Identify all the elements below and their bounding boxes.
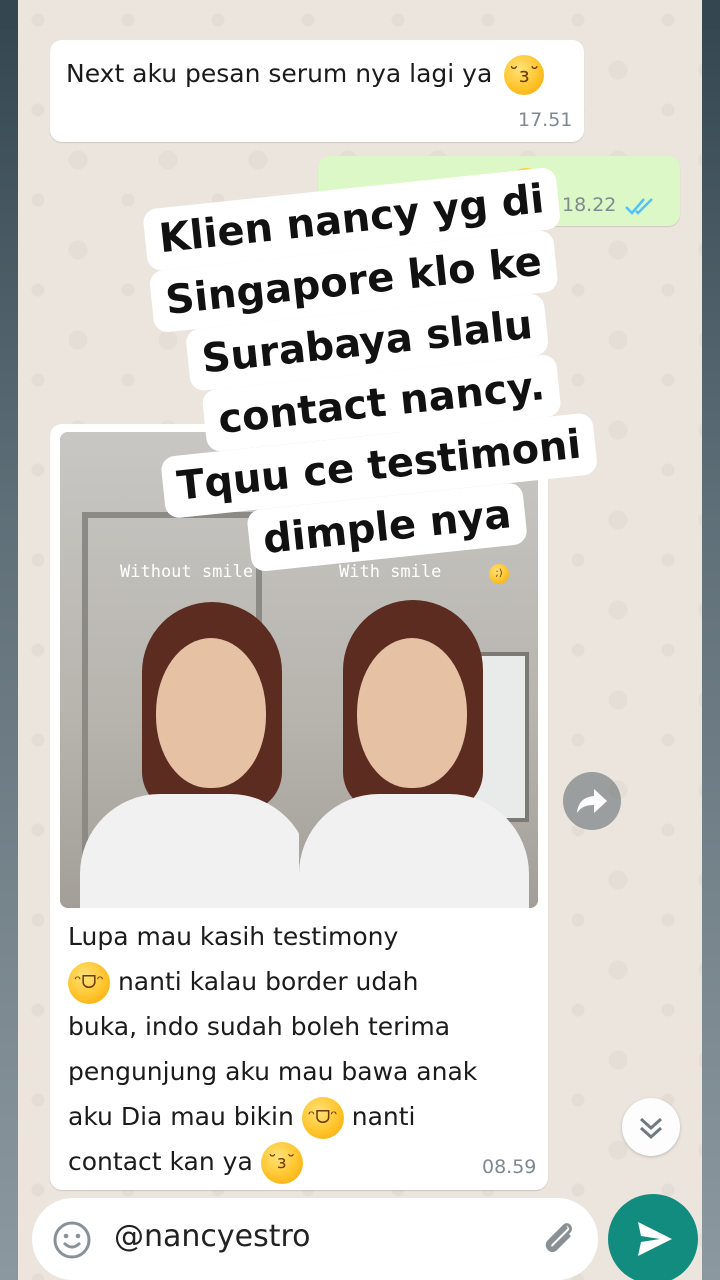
person-shirt [299, 794, 529, 908]
kissing-heart-emoji: ˘з˘ [504, 55, 545, 95]
message-line: contact kan ya [68, 1147, 253, 1176]
emoji-icon[interactable] [52, 1220, 92, 1260]
message-time: 08.59 [482, 1156, 537, 1178]
message-input-bar[interactable]: @nancyestro [32, 1198, 598, 1280]
message-line: pengunjung aku mau bawa anak [68, 1057, 478, 1086]
forward-icon [577, 789, 607, 813]
message-line: buka, indo sudah boleh terima [68, 1012, 451, 1041]
caption-without-smile: Without smile [120, 562, 254, 582]
message-line: aku Dia mau bikin [68, 1102, 294, 1131]
message-text-block: Lupa mau kasih testimony ᵔᗜᵔ nanti kalau… [68, 914, 538, 1184]
person-shirt [80, 794, 299, 908]
message-bubble-incoming[interactable]: Next aku pesan serum nya lagi ya ˘з˘ 17.… [50, 40, 584, 142]
message-line: Lupa mau kasih testimony [68, 922, 399, 951]
grinning-sweat-emoji: ᵔᗜᵔ [301, 1097, 344, 1139]
message-text: Next aku pesan serum nya lagi ya [66, 59, 493, 88]
forward-button[interactable] [563, 772, 621, 830]
person-face [156, 638, 266, 788]
wink-emoji: ;) [489, 564, 509, 584]
message-line: nanti kalau border udah [117, 967, 419, 996]
message-input[interactable]: @nancyestro [114, 1219, 311, 1254]
person-face [357, 638, 467, 788]
message-time: 17.51 [518, 109, 573, 131]
kissing-heart-emoji: ˘з˘ [260, 1142, 303, 1184]
double-check-read-icon [625, 198, 653, 215]
grinning-sweat-emoji: ᵔᗜᵔ [68, 962, 110, 1004]
send-icon [638, 1222, 672, 1256]
scroll-to-bottom-button[interactable] [622, 1098, 680, 1156]
send-button[interactable] [608, 1194, 698, 1280]
message-line: nanti [351, 1102, 416, 1131]
message-time: 18.22 [562, 194, 617, 216]
caption-with-smile: With smile [339, 562, 442, 582]
attach-icon[interactable] [536, 1216, 580, 1260]
double-chevron-down-icon [639, 1117, 663, 1140]
